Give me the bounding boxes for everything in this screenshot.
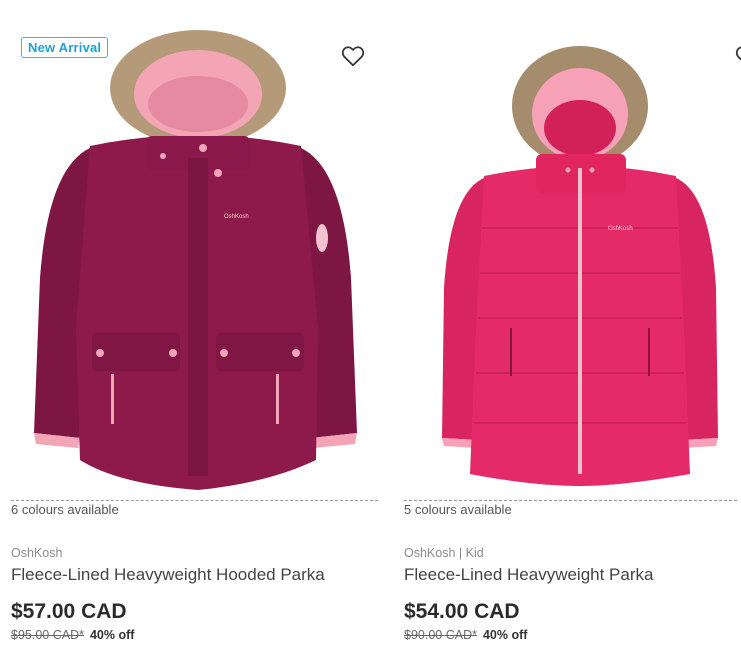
brand-logo: OshKosh <box>608 226 633 232</box>
colours-available[interactable]: 5 colours available <box>404 500 737 520</box>
product-brand: OshKosh <box>11 546 63 560</box>
sale-price: $57.00 CAD <box>11 600 127 623</box>
product-image[interactable]: OshKosh <box>422 28 738 492</box>
sale-price: $54.00 CAD <box>404 600 520 623</box>
product-title[interactable]: Fleece-Lined Heavyweight Parka <box>404 565 739 585</box>
heart-outline-icon[interactable] <box>340 43 366 69</box>
product-title[interactable]: Fleece-Lined Heavyweight Hooded Parka <box>11 565 361 585</box>
price-details: $90.00 CAD* 40% off <box>404 628 527 642</box>
colours-available[interactable]: 6 colours available <box>11 500 378 520</box>
heart-outline-icon[interactable] <box>734 43 741 69</box>
product-brand: OshKosh | Kid <box>404 546 484 560</box>
discount-label: 40% off <box>482 628 528 642</box>
original-price: $95.00 CAD* <box>11 628 84 642</box>
discount-label: 40% off <box>89 628 135 642</box>
product-image[interactable]: OshKosh <box>28 28 363 492</box>
price-details: $95.00 CAD* 40% off <box>11 628 134 642</box>
original-price: $90.00 CAD* <box>404 628 477 642</box>
brand-logo: OshKosh <box>224 214 249 220</box>
new-arrival-badge: New Arrival <box>21 37 109 58</box>
